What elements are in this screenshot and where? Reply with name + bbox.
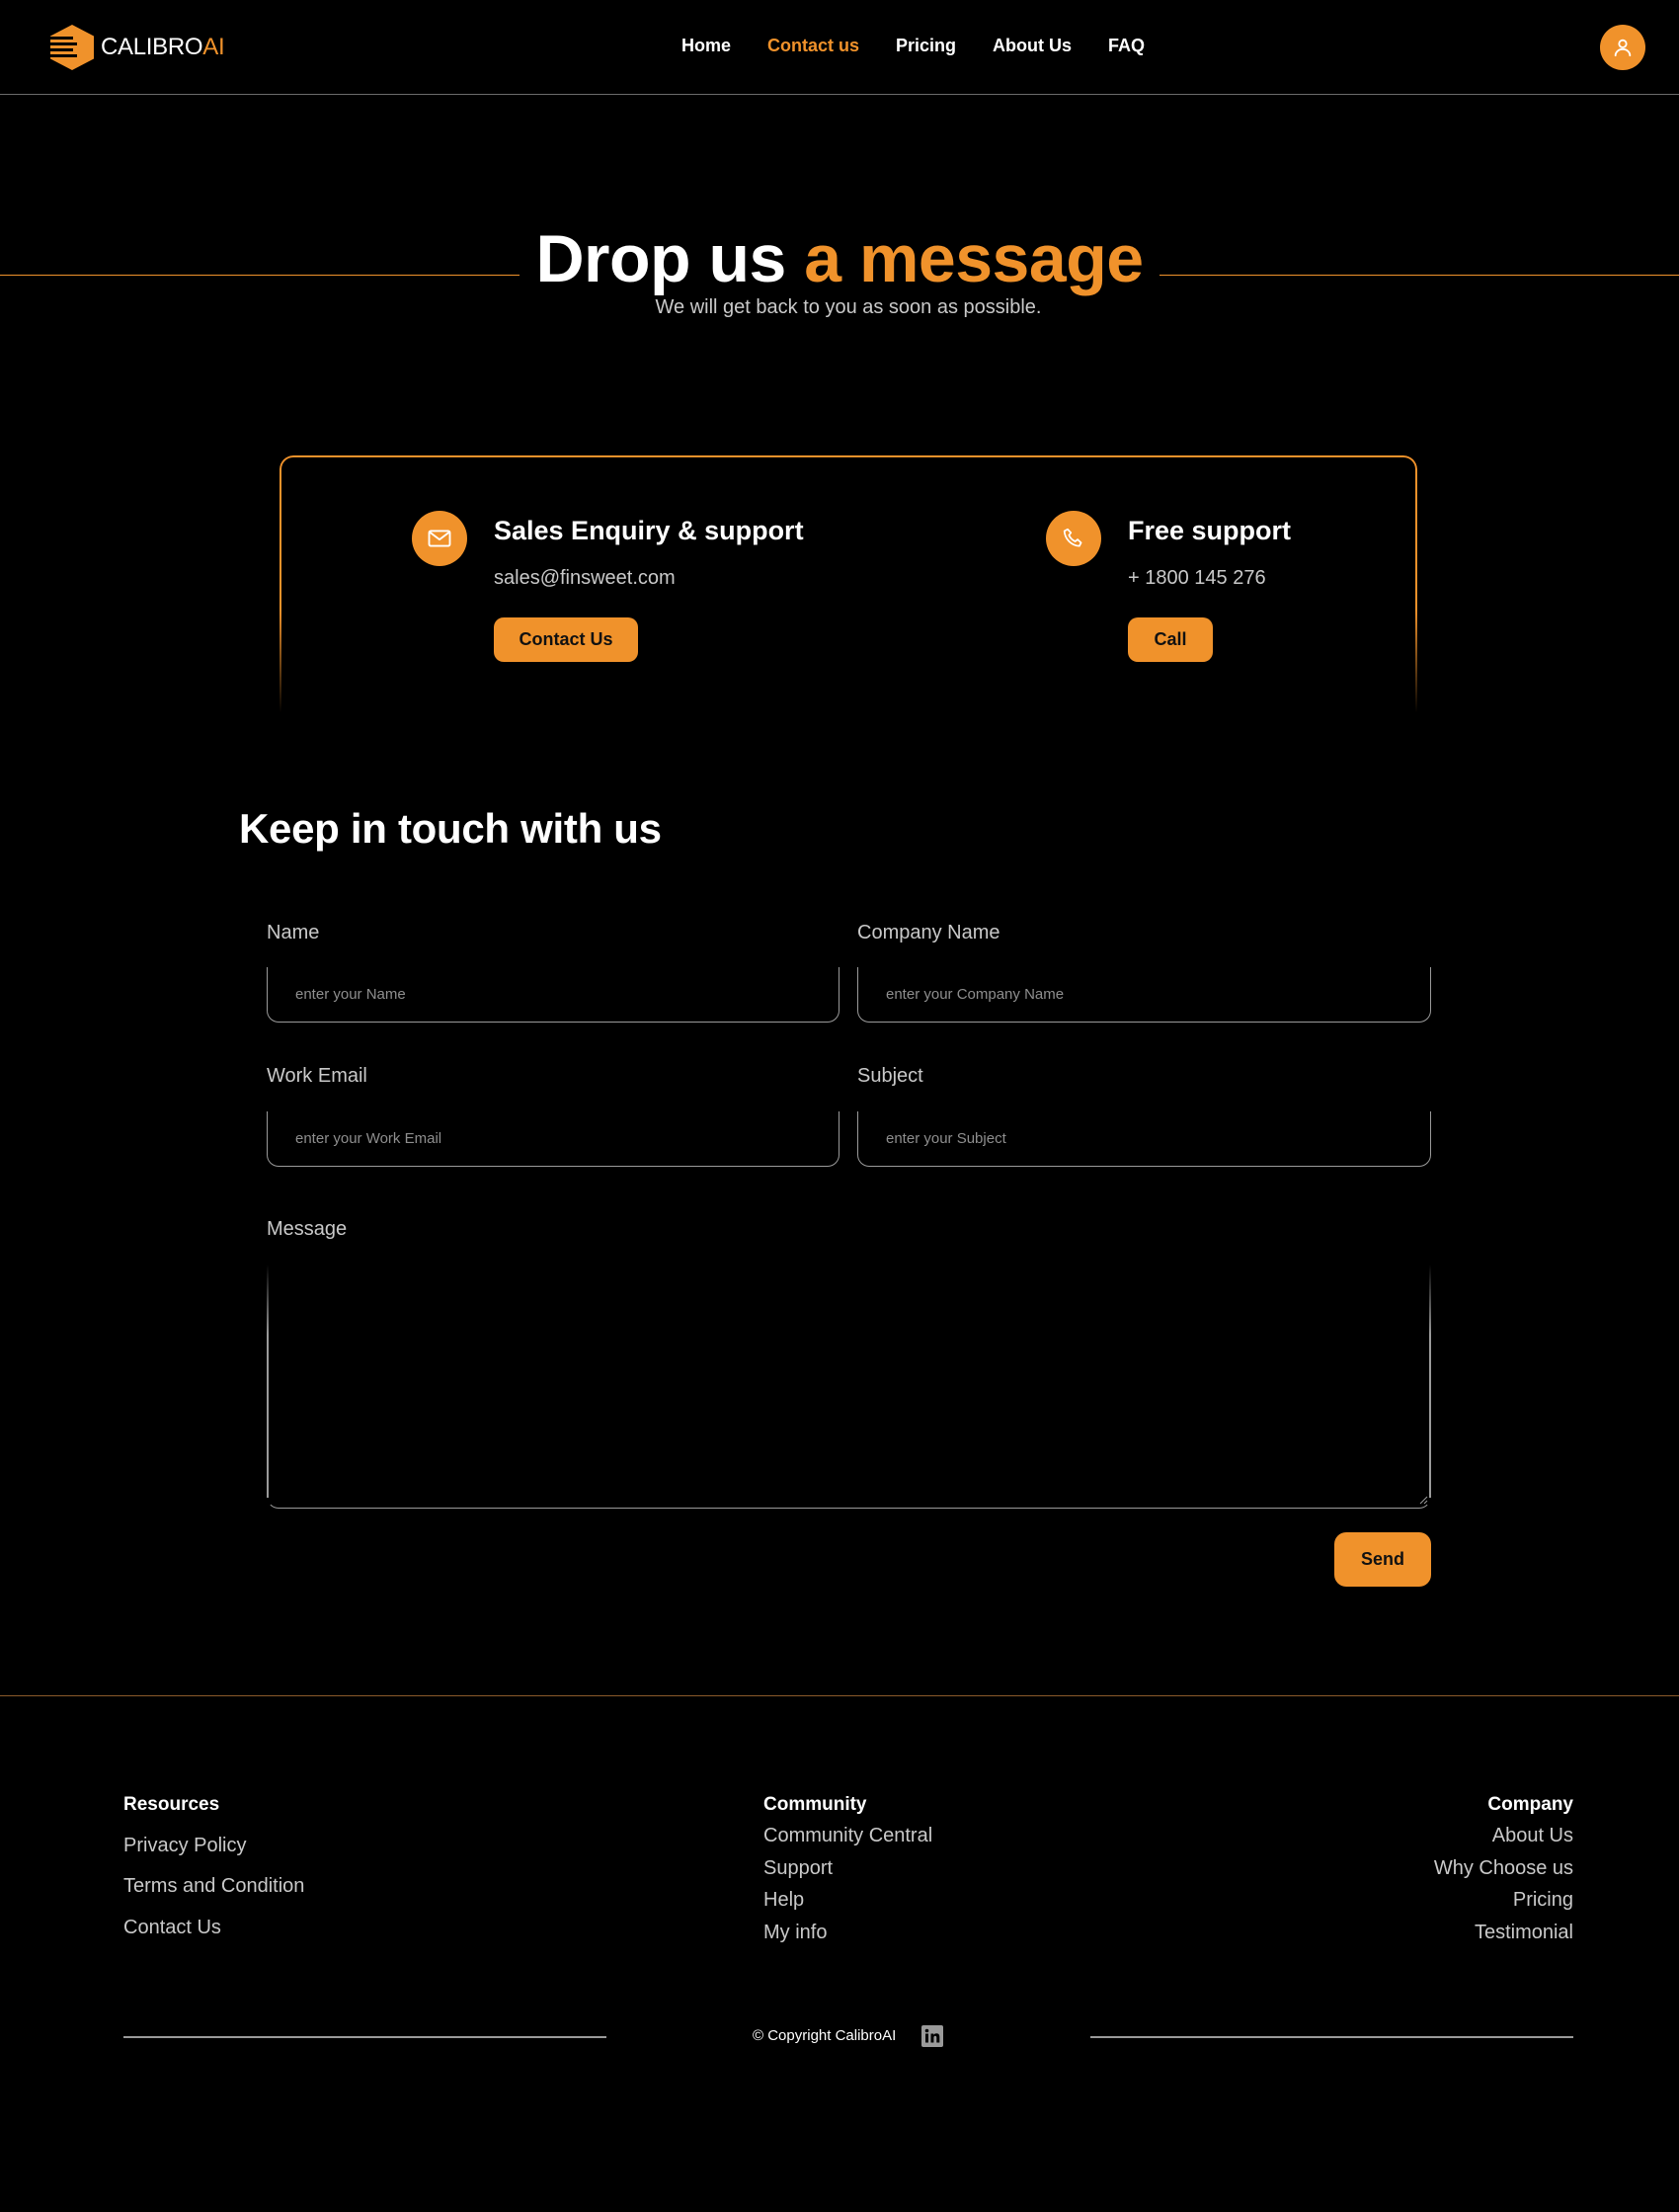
- message-field: [267, 1265, 1431, 1509]
- footer-link-testimonial[interactable]: Testimonial: [1475, 1922, 1573, 1944]
- footer-link-help[interactable]: Help: [763, 1889, 804, 1912]
- company-name-label: Company Name: [857, 922, 1000, 943]
- sales-title: Sales Enquiry & support: [494, 516, 804, 545]
- work-email-label: Work Email: [267, 1065, 367, 1087]
- footer-link-why-choose-us[interactable]: Why Choose us: [1434, 1857, 1573, 1880]
- nav-about-us[interactable]: About Us: [993, 36, 1072, 56]
- phone-icon: [1063, 528, 1082, 547]
- send-button[interactable]: Send: [1334, 1532, 1431, 1587]
- footer-bottom-line-right: [1090, 2036, 1573, 2038]
- footer-link-my-info[interactable]: My info: [763, 1922, 827, 1944]
- main-nav: Home Contact us Pricing About Us FAQ: [681, 36, 1145, 56]
- copyright-text: © Copyright CalibroAI: [753, 2027, 897, 2044]
- brand-logo[interactable]: CALIBROAI: [49, 24, 225, 71]
- logo-hexagon-icon: [49, 25, 94, 70]
- resources-heading: Resources: [123, 1794, 220, 1815]
- work-email-field: [267, 1111, 840, 1167]
- name-input[interactable]: [268, 967, 839, 1022]
- nav-faq[interactable]: FAQ: [1108, 36, 1145, 56]
- footer-link-terms[interactable]: Terms and Condition: [123, 1875, 304, 1898]
- avatar-button[interactable]: [1600, 25, 1645, 70]
- form-heading: Keep in touch with us: [239, 805, 662, 852]
- message-textarea[interactable]: [268, 1265, 1430, 1508]
- community-heading: Community: [763, 1794, 867, 1815]
- message-label: Message: [267, 1218, 348, 1240]
- site-header: CALIBROAI Home Contact us Pricing About …: [0, 0, 1679, 95]
- footer-link-contact-us[interactable]: Contact Us: [123, 1917, 221, 1939]
- phone-icon-badge: [1046, 511, 1101, 566]
- resize-handle-icon[interactable]: [1419, 1496, 1428, 1505]
- footer-link-pricing[interactable]: Pricing: [1513, 1889, 1573, 1912]
- mail-icon-badge: [412, 511, 467, 566]
- page-title: Drop us a message: [0, 219, 1679, 298]
- footer-link-support[interactable]: Support: [763, 1857, 833, 1880]
- company-name-field: [857, 967, 1431, 1023]
- linkedin-icon[interactable]: [921, 2025, 943, 2047]
- subject-field: [857, 1111, 1431, 1167]
- contact-us-button[interactable]: Contact Us: [494, 617, 638, 662]
- nav-home[interactable]: Home: [681, 36, 731, 56]
- brand-name: CALIBROAI: [101, 34, 225, 60]
- company-name-input[interactable]: [858, 967, 1430, 1022]
- footer-link-privacy-policy[interactable]: Privacy Policy: [123, 1835, 246, 1857]
- name-field: [267, 967, 840, 1023]
- company-heading: Company: [1487, 1794, 1573, 1815]
- footer-divider: [0, 1695, 1679, 1696]
- sales-email[interactable]: sales@finsweet.com: [494, 567, 676, 590]
- footer-bottom-line-left: [123, 2036, 606, 2038]
- nav-contact-us[interactable]: Contact us: [767, 36, 859, 56]
- name-label: Name: [267, 922, 320, 943]
- user-icon: [1614, 39, 1632, 57]
- page-subtitle: We will get back to you as soon as possi…: [655, 296, 1042, 318]
- mail-icon: [428, 530, 451, 547]
- free-support-title: Free support: [1128, 516, 1292, 545]
- work-email-input[interactable]: [268, 1111, 839, 1166]
- nav-pricing[interactable]: Pricing: [896, 36, 956, 56]
- call-button[interactable]: Call: [1128, 617, 1213, 662]
- footer-link-about-us[interactable]: About Us: [1492, 1825, 1573, 1847]
- footer-link-community-central[interactable]: Community Central: [763, 1825, 932, 1847]
- subject-input[interactable]: [858, 1111, 1430, 1166]
- subject-label: Subject: [857, 1065, 923, 1087]
- support-phone[interactable]: + 1800 145 276: [1128, 567, 1266, 590]
